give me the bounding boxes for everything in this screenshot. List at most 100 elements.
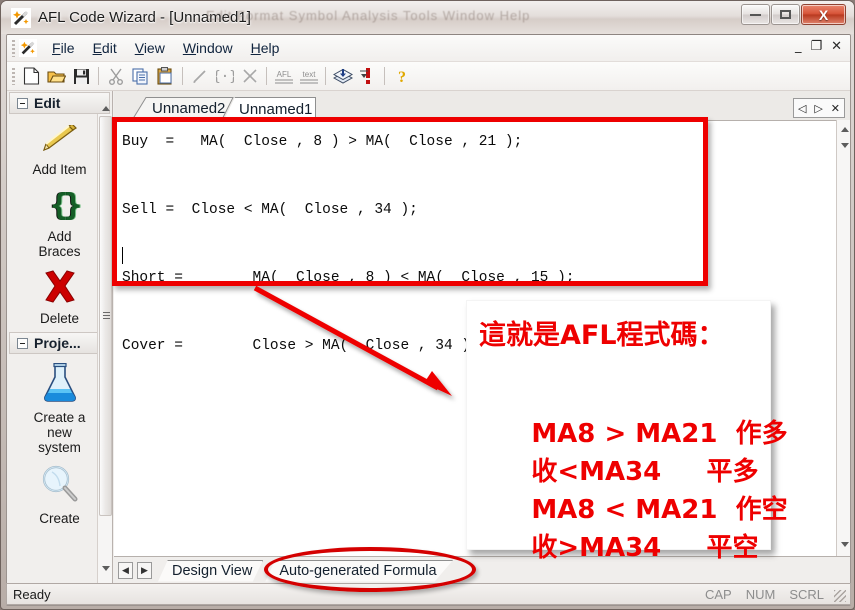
- svg-text:{·}: {·}: [216, 69, 234, 84]
- collapse-icon[interactable]: [17, 337, 28, 349]
- sidebar-group-label-edit: Edit: [34, 95, 61, 111]
- flask-icon: [39, 362, 81, 408]
- menu-item-window[interactable]: Window: [174, 37, 242, 59]
- menu-label-view-rest: iew: [143, 40, 165, 56]
- sidebar-scroll-up-button[interactable]: [99, 102, 112, 115]
- afl-icon[interactable]: AFL: [272, 65, 295, 88]
- svg-text:}: }: [63, 188, 82, 222]
- save-icon[interactable]: [70, 65, 93, 88]
- menu-item-help[interactable]: Help: [242, 37, 289, 59]
- mdi-child-controls: _ ❐ ✕: [795, 40, 842, 53]
- svg-text:?: ?: [398, 69, 406, 85]
- sidebar-scrollbar[interactable]: [97, 106, 112, 584]
- collapse-icon[interactable]: [17, 97, 28, 109]
- menu-label-window-rest: indow: [196, 40, 233, 56]
- cut-icon[interactable]: [104, 65, 127, 88]
- view-tab-label-design-view: Design View: [172, 563, 253, 579]
- magic-wand-icon: [19, 39, 37, 57]
- menu-label-help-rest: elp: [260, 40, 280, 56]
- close-button[interactable]: X: [801, 4, 846, 25]
- view-tab-next-button[interactable]: ▶: [137, 562, 152, 579]
- annotation-callout-title: 這就是AFL程式碼：: [479, 320, 725, 351]
- pencil-icon: [40, 123, 80, 160]
- copy-icon[interactable]: [129, 65, 152, 88]
- tool-panel-sidebar: Edit Add Item { } {Add Braces Delete Pr…: [7, 91, 113, 584]
- menu-label-file-rest: ile: [60, 40, 75, 56]
- delete-x-icon[interactable]: [238, 65, 261, 88]
- menu-item-edit[interactable]: Edit: [84, 37, 126, 59]
- text-icon[interactable]: text: [297, 65, 320, 88]
- tab-close-button[interactable]: ✕: [831, 102, 840, 115]
- mdi-close-button[interactable]: ✕: [831, 40, 842, 53]
- new-icon[interactable]: [20, 65, 43, 88]
- svg-text:text: text: [302, 70, 316, 79]
- background-window-menu-ghost: Edit Format Symbol Analysis Tools Window…: [206, 8, 531, 23]
- tab-prev-button[interactable]: ◁: [798, 102, 806, 115]
- pencil-icon[interactable]: [188, 65, 211, 88]
- mdi-restore-button[interactable]: ❐: [810, 40, 822, 53]
- toolbar-separator: [182, 67, 183, 85]
- magic-wand-icon: [11, 7, 31, 28]
- text-caret: [122, 247, 123, 264]
- sidebar-group-header-project[interactable]: Proje...: [9, 332, 110, 354]
- annotation-line-4-right: 平空: [706, 533, 759, 563]
- magnifier-icon: [39, 464, 81, 509]
- menu-item-file[interactable]: File: [43, 37, 84, 59]
- document-tab-strip: Unnamed2 Unnamed1 ◁ ▷ ✕: [114, 91, 850, 120]
- chevron-down-icon: [840, 143, 849, 148]
- view-tab-auto-generated-formula[interactable]: Auto-generated Formula: [265, 559, 454, 582]
- view-tab-label-auto-generated-formula: Auto-generated Formula: [279, 563, 437, 579]
- menu-item-view[interactable]: View: [126, 37, 174, 59]
- minimize-button[interactable]: [741, 4, 770, 25]
- svg-text:AFL: AFL: [276, 70, 291, 79]
- sidebar-group-label-project: Proje...: [34, 335, 81, 351]
- annotation-callout-line-4: 收>MA34 平空: [477, 497, 759, 594]
- menu-label-edit-rest: dit: [101, 40, 117, 56]
- sidebar-item-label-add-braces: Add Braces: [38, 229, 81, 259]
- view-tab-prev-button[interactable]: ◀: [118, 562, 133, 579]
- toolbar-separator: [325, 67, 326, 85]
- menubar-gripper[interactable]: [12, 39, 15, 57]
- sidebar-scroll-down-button[interactable]: [99, 562, 112, 575]
- sidebar-scroll-thumb[interactable]: [99, 116, 112, 516]
- layers-icon[interactable]: [331, 65, 354, 88]
- delete-x-icon: [40, 270, 80, 309]
- menu-bar: File Edit View Window Help _ ❐ ✕: [7, 35, 850, 62]
- mdi-minimize-button[interactable]: _: [795, 40, 802, 53]
- toolbar-gripper[interactable]: [12, 67, 15, 85]
- editor-vertical-scrollbar[interactable]: [836, 120, 850, 556]
- chevron-down-icon: [840, 542, 849, 547]
- resize-grip-icon[interactable]: [834, 590, 846, 602]
- editor-scroll-down-small-button[interactable]: [838, 139, 850, 152]
- toolbar-separator: [98, 67, 99, 85]
- braces-icon[interactable]: {·}: [213, 65, 236, 88]
- help-icon[interactable]: ?: [390, 65, 413, 88]
- paste-icon[interactable]: [154, 65, 177, 88]
- status-text: Ready: [13, 586, 51, 602]
- maximize-button[interactable]: [771, 4, 800, 25]
- document-tab-unnamed2[interactable]: Unnamed2: [132, 97, 234, 120]
- sidebar-item-label-add-item: Add Item: [32, 162, 87, 177]
- view-tab-design-view[interactable]: Design View: [158, 559, 264, 582]
- document-tab-label-unnamed2: Unnamed2: [152, 100, 226, 117]
- sidebar-item-label-create: Create: [39, 511, 80, 526]
- open-icon[interactable]: [45, 65, 68, 88]
- document-tab-unnamed1[interactable]: Unnamed1: [224, 97, 316, 120]
- window-controls: X: [741, 4, 846, 25]
- maximize-icon: [780, 10, 791, 19]
- editor-scroll-down-button[interactable]: [838, 538, 850, 551]
- annotation-callout-box: 這就是AFL程式碼： MA8 > MA21 作多 收<MA34 平多 MA8 <…: [466, 300, 788, 563]
- sidebar-item-label-delete: Delete: [39, 311, 80, 326]
- toolbar-overflow-button[interactable]: [359, 68, 369, 82]
- toolbar-separator: [384, 67, 385, 85]
- editor-scroll-up-button[interactable]: [838, 123, 850, 136]
- chevron-up-icon: [840, 127, 849, 132]
- braces-icon: { } { }: [38, 188, 84, 227]
- chevron-down-icon: [101, 566, 110, 571]
- tab-next-button[interactable]: ▷: [814, 102, 822, 115]
- sidebar-group-header-edit[interactable]: Edit: [9, 92, 110, 114]
- window-title: AFL Code Wizard - [Unnamed1]: [38, 9, 251, 26]
- title-bar: AFL Code Wizard - [Unnamed1] Edit Format…: [1, 1, 854, 34]
- document-tab-nav: ◁ ▷ ✕: [793, 98, 845, 118]
- minimize-icon: [750, 13, 761, 16]
